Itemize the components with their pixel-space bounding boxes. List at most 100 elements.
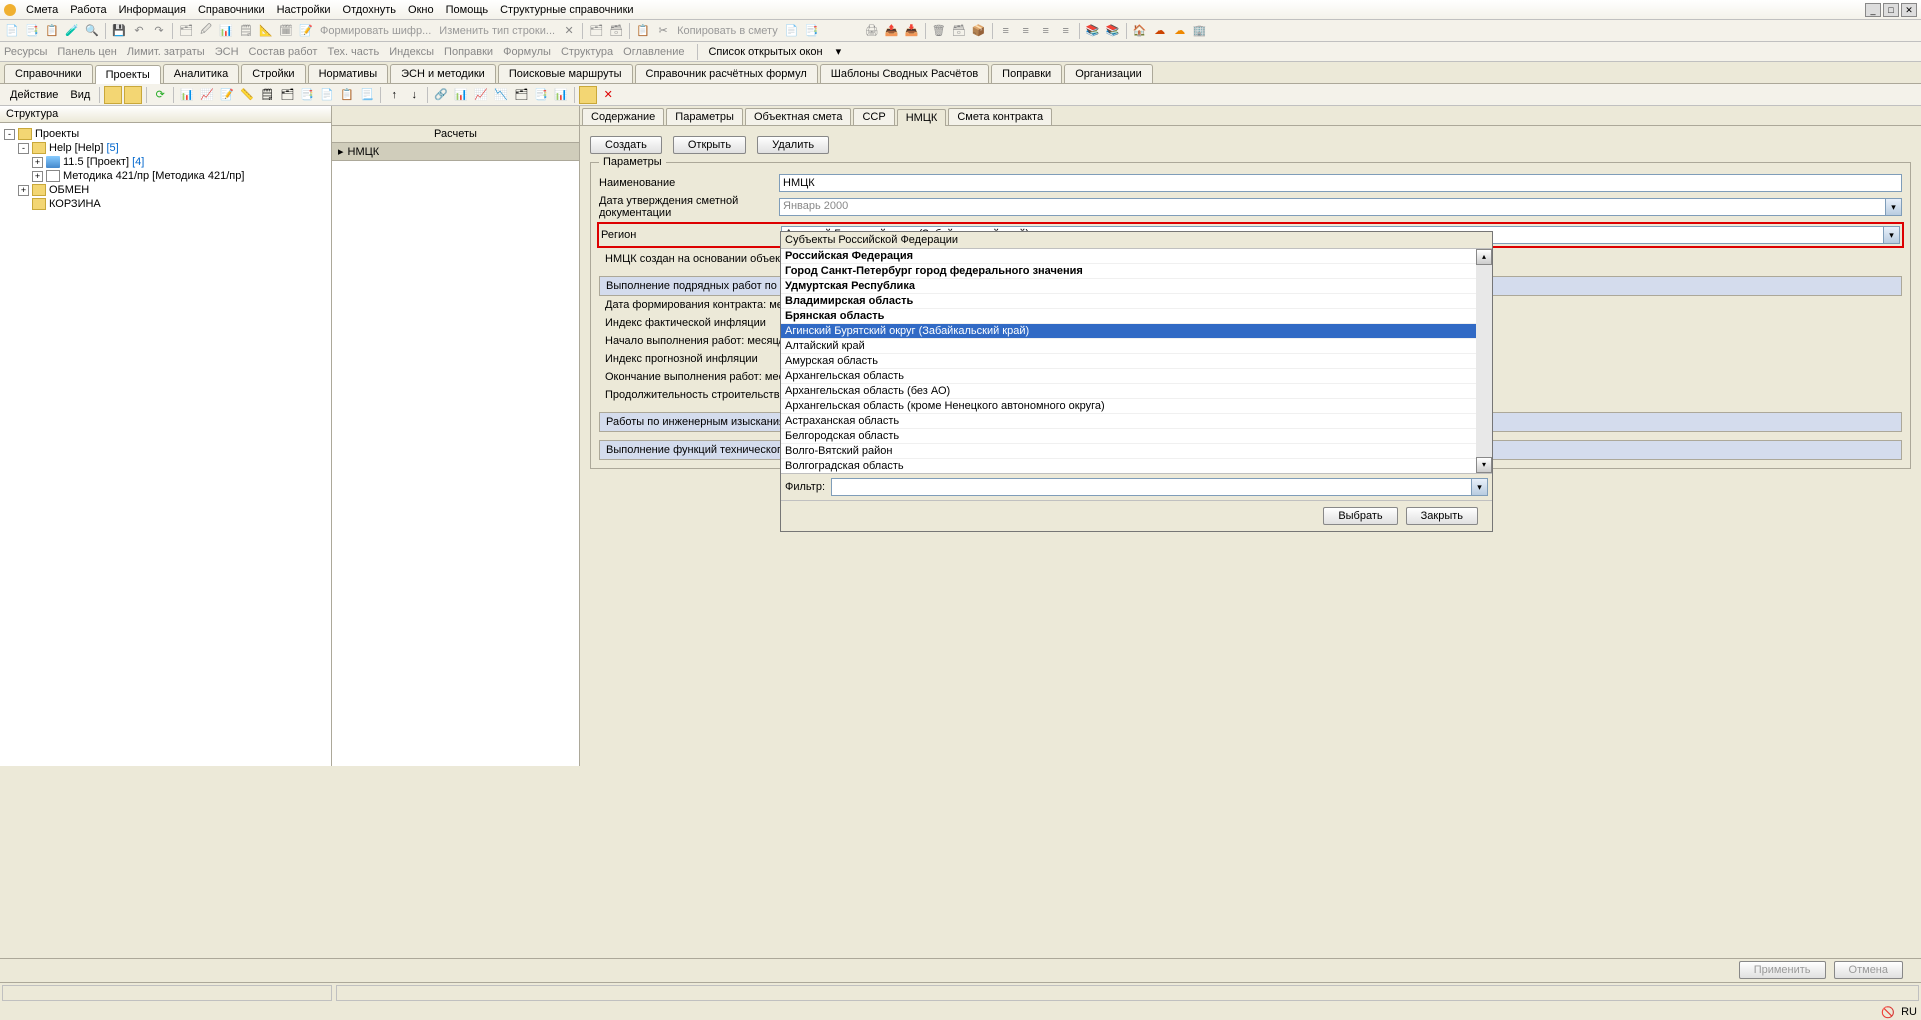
tb-icon[interactable]: 📊: [552, 86, 570, 104]
save-icon[interactable]: 💾: [110, 22, 128, 40]
tb-icon[interactable]: 📚: [1084, 22, 1102, 40]
tab-object-smeta[interactable]: Объектная смета: [745, 108, 852, 125]
tb-icon[interactable]: 🗃: [607, 22, 625, 40]
language-indicator[interactable]: RU: [1901, 1006, 1917, 1018]
tb-icon[interactable]: 🖨: [863, 22, 881, 40]
tb-icon[interactable]: 📄: [3, 22, 21, 40]
tab-ssr[interactable]: ССР: [853, 108, 894, 125]
tree-toggle[interactable]: -: [4, 129, 15, 140]
tab-stroyki[interactable]: Стройки: [241, 64, 305, 83]
tree-node-115[interactable]: + 11.5 [Проект] [4]: [4, 155, 327, 169]
cancel-button[interactable]: Отмена: [1834, 961, 1903, 979]
up-icon[interactable]: ↑: [385, 86, 403, 104]
dropdown-item[interactable]: Архангельская область (кроме Ненецкого а…: [781, 399, 1492, 414]
dropdown-scrollbar[interactable]: ▴ ▾: [1476, 249, 1492, 473]
filter-input[interactable]: [832, 479, 1471, 495]
tb-icon[interactable]: 📐: [257, 22, 275, 40]
tab-formulas[interactable]: Справочник расчётных формул: [635, 64, 818, 83]
tb-icon[interactable]: 🖉: [197, 22, 215, 40]
tb-icon[interactable]: 📊: [217, 22, 235, 40]
tab-routes[interactable]: Поисковые маршруты: [498, 64, 633, 83]
tb-icon[interactable]: 🗒: [237, 22, 255, 40]
dropdown-item[interactable]: Архангельская область (без АО): [781, 384, 1492, 399]
refresh-icon[interactable]: ⟳: [151, 86, 169, 104]
tb-icon[interactable]: 🗒: [258, 86, 276, 104]
tb-icon[interactable]: 🗂: [512, 86, 530, 104]
close-button[interactable]: ✕: [1901, 3, 1917, 17]
dropdown-item[interactable]: Волгоградская область: [781, 459, 1492, 473]
tb-icon[interactable]: 🗃: [950, 22, 968, 40]
redo-icon[interactable]: ↷: [150, 22, 168, 40]
tb-icon[interactable]: 📋: [338, 86, 356, 104]
minimize-button[interactable]: _: [1865, 3, 1881, 17]
tb-icon[interactable]: ≡: [997, 22, 1015, 40]
tree-root[interactable]: - Проекты: [4, 127, 327, 141]
folder-icon[interactable]: [104, 86, 122, 104]
tb-icon[interactable]: 🗂: [587, 22, 605, 40]
tab-content[interactable]: Содержание: [582, 108, 664, 125]
dropdown-item[interactable]: Город Санкт-Петербург город федерального…: [781, 264, 1492, 279]
menu-window[interactable]: Окно: [402, 2, 440, 18]
tab-params[interactable]: Параметры: [666, 108, 743, 125]
tb-icon[interactable]: 📑: [298, 86, 316, 104]
menu-info[interactable]: Информация: [113, 2, 192, 18]
menu-settings[interactable]: Настройки: [271, 2, 337, 18]
tree-obmen[interactable]: + ОБМЕН: [4, 183, 327, 197]
delete-button[interactable]: Удалить: [757, 136, 829, 154]
scroll-down-icon[interactable]: ▾: [1476, 457, 1492, 473]
dropdown-item[interactable]: Удмуртская Республика: [781, 279, 1492, 294]
tb-icon[interactable]: 📊: [178, 86, 196, 104]
tb-icon[interactable]: ☁: [1151, 22, 1169, 40]
tb-icon[interactable]: 📈: [472, 86, 490, 104]
tb-icon[interactable]: 📝: [218, 86, 236, 104]
tree-toggle[interactable]: +: [32, 157, 43, 168]
tb-icon[interactable]: 📥: [903, 22, 921, 40]
tb-icon[interactable]: 📑: [23, 22, 41, 40]
dropdown-item[interactable]: Брянская область: [781, 309, 1492, 324]
name-input[interactable]: [779, 174, 1902, 192]
tb-icon[interactable]: 🗑: [930, 22, 948, 40]
open-button[interactable]: Открыть: [673, 136, 746, 154]
create-button[interactable]: Создать: [590, 136, 662, 154]
windows-list-dropdown[interactable]: Список открытых окон ▾: [708, 45, 841, 58]
dropdown-item[interactable]: Амурская область: [781, 354, 1492, 369]
tb-icon[interactable]: 📃: [358, 86, 376, 104]
tb-icon[interactable]: 🔍: [83, 22, 101, 40]
tb-icon[interactable]: ≡: [1037, 22, 1055, 40]
tb-icon[interactable]: 🔗: [432, 86, 450, 104]
tb-icon[interactable]: 🧪: [63, 22, 81, 40]
select-button[interactable]: Выбрать: [1323, 507, 1397, 525]
tb-icon[interactable]: 🏢: [1191, 22, 1209, 40]
menu-rest[interactable]: Отдохнуть: [337, 2, 403, 18]
tb-icon[interactable]: ✂: [654, 22, 672, 40]
down-icon[interactable]: ↓: [405, 86, 423, 104]
tb-icon[interactable]: 📄: [783, 22, 801, 40]
dropdown-item[interactable]: Алтайский край: [781, 339, 1492, 354]
close-x-icon[interactable]: ✕: [599, 86, 617, 104]
undo-icon[interactable]: ↶: [130, 22, 148, 40]
tb-icon[interactable]: 🗓: [277, 22, 295, 40]
tb-icon[interactable]: 📤: [883, 22, 901, 40]
folder-star-icon[interactable]: [579, 86, 597, 104]
tb-icon[interactable]: 📈: [198, 86, 216, 104]
tree-node-methodology[interactable]: + Методика 421/пр [Методика 421/пр]: [4, 169, 327, 183]
tree-toggle[interactable]: -: [18, 143, 29, 154]
tab-normativy[interactable]: Нормативы: [308, 64, 389, 83]
dropdown-item[interactable]: Волго-Вятский район: [781, 444, 1492, 459]
tb-icon[interactable]: ☁: [1171, 22, 1189, 40]
tb-icon[interactable]: 📑: [532, 86, 550, 104]
view-menu[interactable]: Вид: [64, 87, 96, 103]
chevron-down-icon[interactable]: ▾: [1883, 227, 1899, 243]
tb-icon[interactable]: 📦: [970, 22, 988, 40]
tb-icon[interactable]: 🏠: [1131, 22, 1149, 40]
tb-icon[interactable]: 🗂: [278, 86, 296, 104]
dropdown-item[interactable]: Российская Федерация: [781, 249, 1492, 264]
tb-icon[interactable]: 📏: [238, 86, 256, 104]
dropdown-item[interactable]: Архангельская область: [781, 369, 1492, 384]
tb-icon[interactable]: ≡: [1017, 22, 1035, 40]
dropdown-item[interactable]: Астраханская область: [781, 414, 1492, 429]
tray-icon[interactable]: 🚫: [1881, 1006, 1895, 1019]
tb-icon[interactable]: 📄: [318, 86, 336, 104]
menu-struct[interactable]: Структурные справочники: [494, 2, 639, 18]
folder-open-icon[interactable]: [124, 86, 142, 104]
